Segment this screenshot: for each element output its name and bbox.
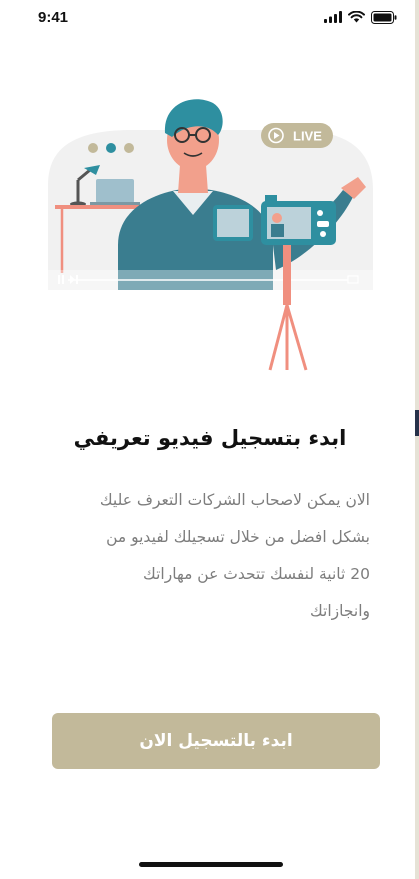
edge-marker [415, 410, 419, 436]
live-badge: LIVE [261, 123, 333, 148]
description-line: الان يمكن لاصحاب الشركات التعرف عليك [99, 491, 370, 509]
page-title: ابدء بتسجيل فيديو تعريفي [73, 426, 347, 450]
dot-tan-left [88, 143, 98, 153]
status-time: 9:41 [38, 9, 69, 26]
description: الان يمكن لاصحاب الشركات التعرف عليك بشك… [40, 482, 370, 630]
description-line: وانجازاتك [309, 602, 370, 620]
dot-teal [106, 143, 116, 153]
status-bar: 9:41 [0, 0, 419, 36]
home-indicator[interactable] [139, 862, 283, 867]
description-line: بشكل افضل من خلال تسجيلك لفيديو من [106, 528, 370, 546]
laptop [90, 179, 140, 205]
status-icons [324, 10, 397, 24]
hero-illustration: LIVE [48, 99, 373, 371]
dot-tan-right [124, 143, 134, 153]
description-line: 20 ثانية لنفسك تتحدث عن مهاراتك [143, 565, 370, 583]
edge-strip [415, 0, 419, 879]
battery-icon [371, 10, 397, 24]
start-recording-button[interactable]: ابدء بالتسجيل الان [52, 713, 380, 769]
live-badge-label: LIVE [293, 129, 322, 144]
wifi-icon [348, 11, 365, 23]
cellular-signal-icon [324, 11, 342, 23]
